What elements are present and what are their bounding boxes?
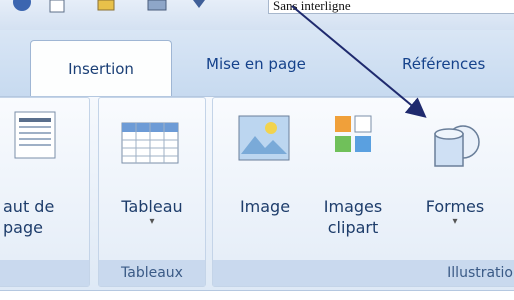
- word-ribbon-screenshot: Sans interligne Insertion Mise en page R…: [0, 0, 514, 300]
- annotation-arrow-icon: [291, 5, 427, 118]
